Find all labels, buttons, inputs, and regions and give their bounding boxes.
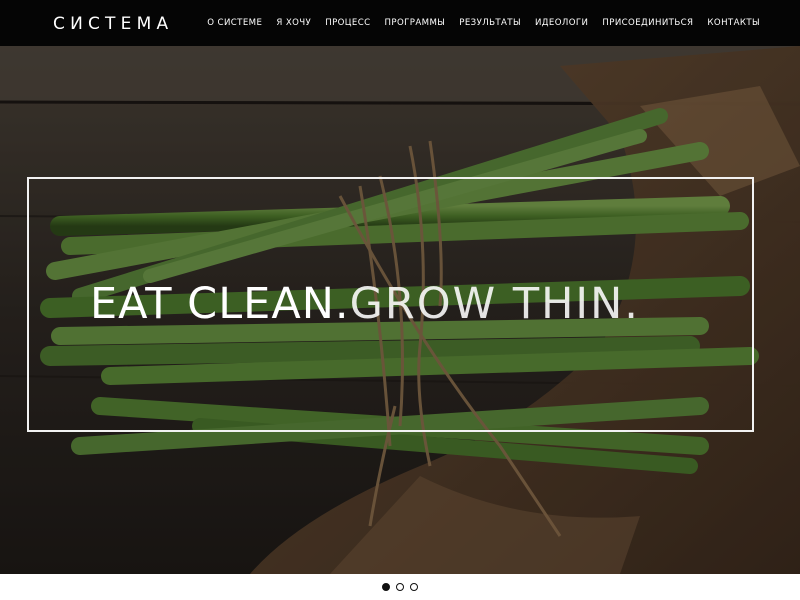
slide-dot-2[interactable] [396, 583, 404, 591]
nav-item-programs[interactable]: ПРОГРАММЫ [385, 17, 446, 29]
nav-item-about[interactable]: О СИСТЕМЕ [207, 17, 262, 29]
tagline-eat-clean: EAT CLEAN. [90, 279, 350, 329]
hero-banner: EAT CLEAN.GROW THIN. [0, 46, 800, 574]
nav-item-contacts[interactable]: КОНТАКТЫ [707, 17, 760, 29]
hero-tagline: EAT CLEAN.GROW THIN. [90, 279, 640, 329]
nav-item-ideologists[interactable]: ИДЕОЛОГИ [535, 17, 588, 29]
nav-item-process[interactable]: ПРОЦЕСС [325, 17, 370, 29]
slide-dot-1[interactable] [382, 583, 390, 591]
site-logo[interactable]: СИСТЕМА [53, 14, 173, 34]
slide-dot-3[interactable] [410, 583, 418, 591]
nav-item-join[interactable]: ПРИСОЕДИНИТЬСЯ [602, 17, 693, 29]
top-navigation-bar: СИСТЕМА О СИСТЕМЕ Я ХОЧУ ПРОЦЕСС ПРОГРАМ… [0, 0, 800, 46]
slider-pagination [0, 574, 800, 600]
main-nav: О СИСТЕМЕ Я ХОЧУ ПРОЦЕСС ПРОГРАММЫ РЕЗУЛ… [193, 17, 760, 29]
nav-item-i-want[interactable]: Я ХОЧУ [276, 17, 311, 29]
nav-item-results[interactable]: РЕЗУЛЬТАТЫ [459, 17, 521, 29]
tagline-grow-thin: GROW THIN. [349, 279, 640, 329]
